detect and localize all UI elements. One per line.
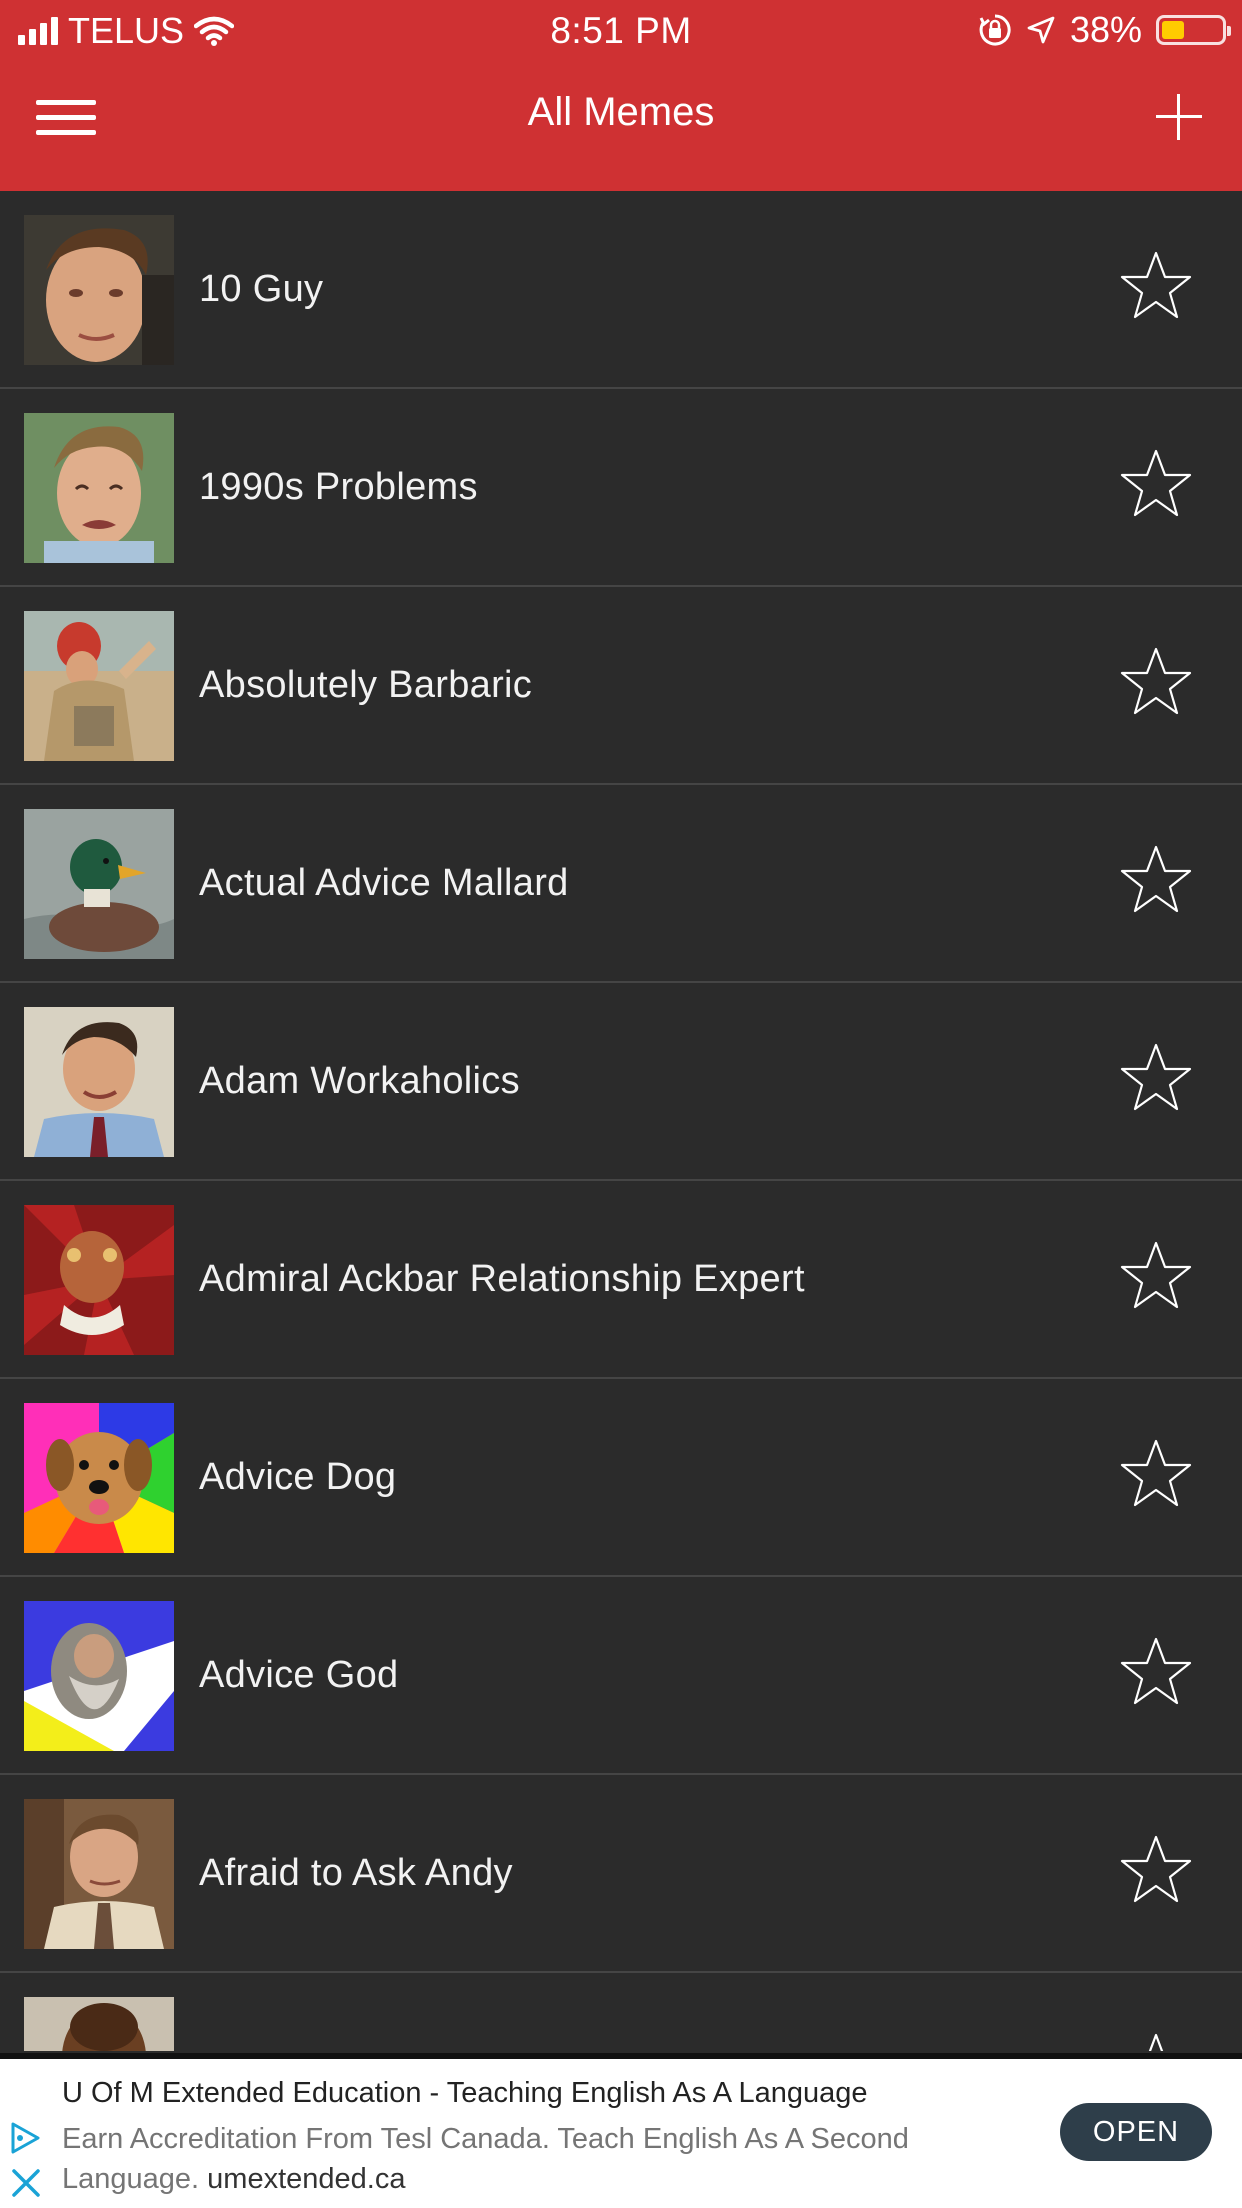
meme-thumbnail [24,215,174,365]
ad-banner[interactable]: U Of M Extended Education - Teaching Eng… [0,2053,1242,2208]
plus-icon[interactable] [1156,94,1202,140]
close-icon[interactable] [10,2167,42,2199]
meme-name: Afraid to Ask Andy [199,1852,513,1894]
meme-thumbnail [24,413,174,563]
list-item[interactable]: Actual Advice Mallard [0,785,1242,983]
meme-thumbnail [24,1799,174,1949]
orientation-lock-icon [979,14,1011,46]
open-button[interactable]: OPEN [1060,2103,1212,2161]
list-item[interactable]: 1990s Problems [0,389,1242,587]
meme-thumbnail [24,1601,174,1751]
meme-thumbnail [24,1403,174,1553]
list-item[interactable]: Absolutely Barbaric [0,587,1242,785]
location-arrow-icon [1027,16,1055,44]
status-bar: TELUS 8:51 PM 38% [0,0,1242,62]
battery-percent: 38% [1069,9,1142,50]
app-header: TELUS 8:51 PM 38% All Memes [0,0,1242,191]
meme-name: Adam Workaholics [199,1060,520,1102]
meme-thumbnail [24,809,174,959]
meme-name: Advice Dog [199,1456,397,1498]
ad-choices-icon[interactable] [8,2121,42,2155]
list-item[interactable]: Advice God [0,1577,1242,1775]
star-icon[interactable] [1120,1833,1192,1905]
meme-name: 10 Guy [199,268,324,310]
ad-title[interactable]: U Of M Extended Education - Teaching Eng… [62,2077,868,2110]
nav-bar: All Memes [0,62,1242,191]
meme-list[interactable]: 10 Guy 1990s Problems Absolutely Barbari… [0,191,1242,2051]
list-item[interactable] [0,1973,1242,2051]
battery-level-fill [1162,21,1184,39]
list-item[interactable]: 10 Guy [0,191,1242,389]
meme-thumbnail [24,611,174,761]
meme-thumbnail [24,1007,174,1157]
ad-description-text: Earn Accreditation From Tesl Canada. Tea… [62,2123,909,2195]
star-icon[interactable] [1120,1239,1192,1311]
star-icon[interactable] [1120,2031,1192,2051]
list-item[interactable]: Admiral Ackbar Relationship Expert [0,1181,1242,1379]
meme-name: Admiral Ackbar Relationship Expert [199,1258,805,1300]
meme-name: 1990s Problems [199,466,478,508]
battery-icon [1156,15,1231,45]
ad-domain: umextended.ca [207,2163,406,2195]
list-item[interactable]: Adam Workaholics [0,983,1242,1181]
star-icon[interactable] [1120,645,1192,717]
meme-name: Actual Advice Mallard [199,862,569,904]
ad-description: Earn Accreditation From Tesl Canada. Tea… [62,2119,992,2199]
star-icon[interactable] [1120,447,1192,519]
star-icon[interactable] [1120,843,1192,915]
meme-name: Advice God [199,1654,399,1696]
star-icon[interactable] [1120,1437,1192,1509]
star-icon[interactable] [1120,1635,1192,1707]
list-item[interactable]: Advice Dog [0,1379,1242,1577]
meme-name: Absolutely Barbaric [199,664,533,706]
star-icon[interactable] [1120,249,1192,321]
status-right: 38% [978,8,1231,52]
list-item[interactable]: Afraid to Ask Andy [0,1775,1242,1973]
meme-thumbnail [24,1997,174,2051]
page-title: All Memes [527,90,715,134]
star-icon[interactable] [1120,1041,1192,1113]
meme-thumbnail [24,1205,174,1355]
